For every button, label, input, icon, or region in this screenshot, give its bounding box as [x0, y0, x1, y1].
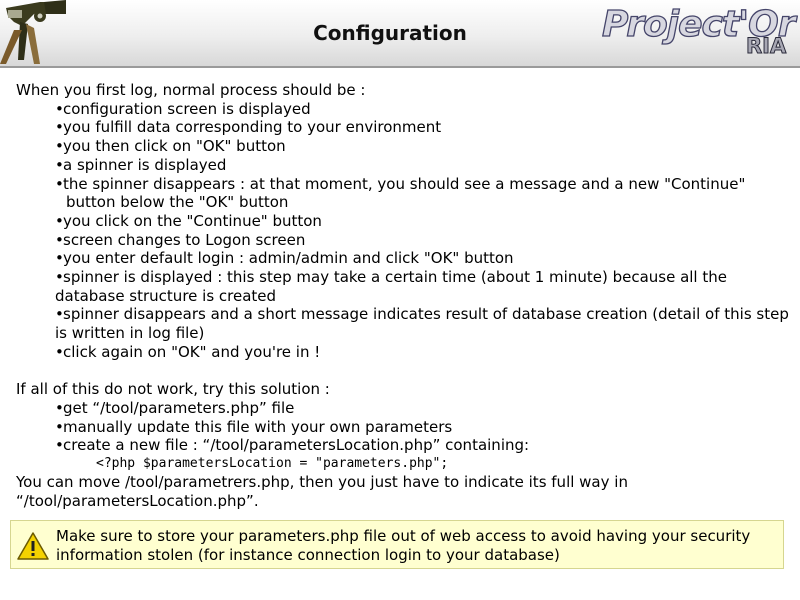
move-text-line-1: You can move /tool/parametrers.php, then…	[16, 473, 628, 492]
list-item: •you then click on "OK" button	[55, 137, 286, 156]
warning-note: Make sure to store your parameters.php f…	[10, 520, 784, 569]
header-bar: Configuration Project'Or RIA	[0, 0, 800, 68]
fallback-intro-text: If all of this do not work, try this sol…	[16, 380, 330, 399]
list-item: •the spinner disappears : at that moment…	[55, 174, 746, 212]
content-area: When you first log, normal process shoul…	[16, 81, 791, 510]
brand-logo-sub: RIA	[745, 34, 787, 59]
list-item: •configuration screen is displayed	[55, 99, 311, 118]
list-item: •screen changes to Logon screen	[55, 230, 306, 249]
list-item: •spinner disappears and a short message …	[55, 305, 789, 343]
warning-icon	[17, 532, 49, 560]
list-item: •you click on the "Continue" button	[55, 211, 322, 230]
list-item: •click again on "OK" and you're in !	[55, 342, 321, 361]
list-item: •manually update this file with your own…	[55, 417, 453, 436]
warning-text: Make sure to store your parameters.php f…	[56, 527, 751, 564]
list-item: •create a new file : “/tool/parametersLo…	[55, 436, 530, 455]
list-item: •spinner is displayed : this step may ta…	[55, 268, 727, 305]
code-snippet: <?php $parametersLocation = "parameters.…	[96, 456, 449, 472]
process-steps-list: •configuration screen is displayed •you …	[16, 100, 791, 362]
list-item: •you fulfill data corresponding to your …	[55, 118, 442, 137]
list-item: •get “/tool/parameters.php” file	[55, 398, 295, 417]
list-item: •a spinner is displayed	[55, 155, 227, 174]
fallback-steps-list: •get “/tool/parameters.php” file •manual…	[16, 399, 791, 455]
brand-logo: Project'Or RIA	[598, 2, 798, 62]
list-item: •you enter default login : admin/admin a…	[55, 249, 514, 268]
intro-text: When you first log, normal process shoul…	[16, 81, 366, 99]
move-text-line-2: “/tool/parametersLocation.php”.	[16, 491, 259, 510]
